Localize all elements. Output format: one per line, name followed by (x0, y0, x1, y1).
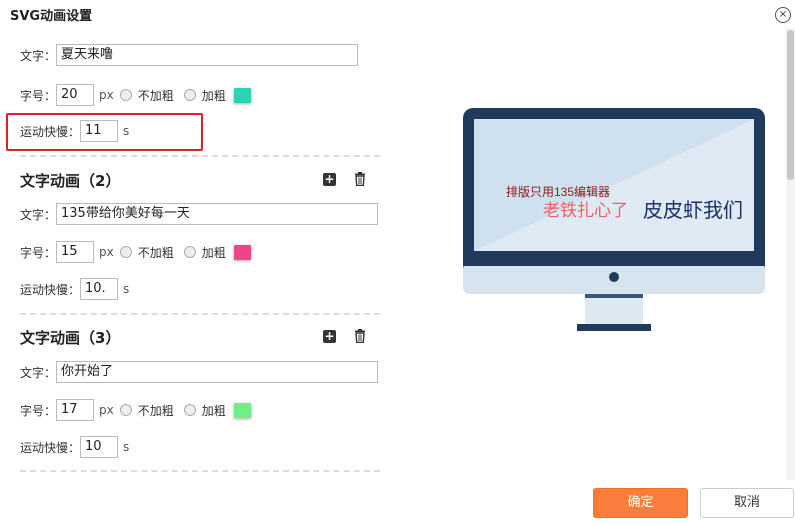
bold-radio-3[interactable] (183, 404, 196, 416)
scrollbar-thumb[interactable] (787, 30, 794, 180)
bold-radio-2[interactable] (183, 246, 196, 258)
size-input-3[interactable]: 17 (56, 399, 95, 421)
trash-icon[interactable] (353, 329, 367, 343)
s-unit: s (123, 282, 130, 296)
size-row-1: 字号： 20 px 不加粗 加粗 (20, 83, 251, 107)
color-swatch-3[interactable] (233, 402, 251, 418)
speed-label: 运动快慢： (20, 282, 81, 297)
text-row-1: 文字： 夏天来噜 (20, 43, 359, 67)
size-label: 字号： (20, 245, 57, 260)
dialog-title: SVG动画设置 (10, 9, 93, 24)
monitor-neck-top (585, 294, 643, 298)
not-bold-label: 不加粗 (137, 88, 174, 103)
size-row-3: 字号： 17 px 不加粗 加粗 (20, 398, 251, 422)
not-bold-radio-1[interactable] (119, 89, 132, 101)
divider (20, 470, 380, 472)
text-input-3[interactable]: 你开始了 (56, 361, 379, 383)
bold-label: 加粗 (201, 88, 226, 103)
not-bold-label: 不加粗 (137, 245, 174, 260)
color-swatch-1[interactable] (233, 87, 251, 103)
size-label: 字号： (20, 403, 57, 418)
px-unit: px (99, 403, 114, 417)
highlight-box (6, 113, 203, 151)
not-bold-radio-3[interactable] (119, 404, 132, 416)
bold-label: 加粗 (201, 245, 226, 260)
close-icon: × (778, 9, 788, 20)
size-input-1[interactable]: 20 (56, 84, 95, 106)
text-row-2: 文字： 135带给你美好每一天 (20, 202, 379, 226)
preview-monitor: 排版只用135编辑器 老铁扎心了 皮皮虾我们 (463, 108, 765, 331)
bold-label: 加粗 (201, 403, 226, 418)
speed-input-3[interactable]: 10 (80, 436, 119, 458)
s-unit: s (123, 440, 130, 454)
not-bold-label: 不加粗 (137, 403, 174, 418)
px-unit: px (99, 245, 114, 259)
speed-row-3: 运动快慢： 10 s (20, 435, 129, 459)
color-swatch-2[interactable] (233, 244, 251, 260)
bold-radio-1[interactable] (183, 89, 196, 101)
trash-icon[interactable] (353, 172, 367, 186)
section-title-2: 文字动画（2） (20, 172, 121, 190)
not-bold-radio-2[interactable] (119, 246, 132, 258)
preview-line-2: 老铁扎心了 (543, 201, 628, 220)
preview-line-1: 排版只用135编辑器 (506, 184, 610, 199)
scrollbar[interactable] (786, 28, 795, 480)
add-icon[interactable]: + (323, 173, 336, 186)
text-input-2[interactable]: 135带给你美好每一天 (56, 203, 379, 225)
section-title-3: 文字动画（3） (20, 329, 121, 347)
divider (20, 155, 380, 157)
preview-line-3: 皮皮虾我们 (643, 199, 743, 222)
confirm-button[interactable]: 确定 (593, 488, 688, 518)
text-label: 文字： (20, 48, 57, 63)
size-label: 字号： (20, 88, 57, 103)
divider (20, 313, 380, 315)
speed-row-2: 运动快慢： 10. s (20, 277, 129, 301)
text-row-3: 文字： 你开始了 (20, 360, 379, 384)
cancel-button[interactable]: 取消 (700, 488, 794, 518)
text-input-1[interactable]: 夏天来噜 (56, 44, 359, 66)
power-button-icon (609, 272, 619, 282)
px-unit: px (99, 88, 114, 102)
speed-label: 运动快慢： (20, 440, 81, 455)
monitor-bezel-strip (463, 258, 765, 266)
close-button[interactable]: × (775, 7, 791, 23)
size-input-2[interactable]: 15 (56, 241, 95, 263)
text-label: 文字： (20, 207, 57, 222)
monitor-neck (585, 294, 643, 324)
text-label: 文字： (20, 365, 57, 380)
monitor-base (577, 324, 651, 331)
add-icon[interactable]: + (323, 330, 336, 343)
speed-input-2[interactable]: 10. (80, 278, 119, 300)
size-row-2: 字号： 15 px 不加粗 加粗 (20, 240, 251, 264)
